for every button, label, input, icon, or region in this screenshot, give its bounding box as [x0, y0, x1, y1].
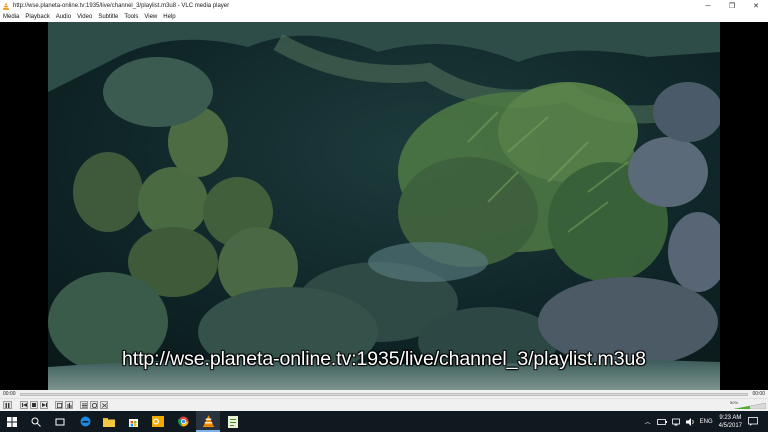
menu-tools[interactable]: Tools — [124, 14, 138, 20]
chrome-icon — [177, 416, 188, 427]
stop-icon — [32, 403, 36, 407]
window-title: http://wse.planeta-online.tv:1935/live/c… — [13, 3, 230, 9]
mail-app-icon — [152, 416, 164, 427]
folder-icon — [103, 417, 115, 427]
total-time: 00:00 — [752, 391, 765, 397]
system-tray: ︿ ENG 9:23 AM 4/5/2017 — [645, 411, 768, 432]
stop-button[interactable] — [30, 401, 38, 409]
seek-slider[interactable] — [20, 393, 748, 396]
task-view-icon — [55, 418, 65, 425]
taskbar-vlc[interactable] — [196, 411, 220, 432]
vlc-cone-icon — [202, 414, 214, 427]
search-icon — [31, 417, 41, 427]
video-area[interactable]: http://wse.planeta-online.tv:1935/live/c… — [0, 22, 768, 390]
taskbar-edge[interactable] — [73, 411, 97, 432]
clock[interactable]: 9:23 AM 4/5/2017 — [719, 414, 742, 430]
playlist-icon — [81, 403, 87, 407]
menu-audio[interactable]: Audio — [56, 14, 71, 20]
shuffle-icon — [101, 402, 107, 408]
previous-icon — [21, 403, 27, 407]
network-icon[interactable] — [671, 418, 681, 426]
menu-bar: Media Playback Audio Video Subtitle Tool… — [0, 12, 768, 22]
fullscreen-button[interactable] — [55, 401, 63, 409]
loop-button[interactable] — [90, 401, 98, 409]
windows-logo-icon — [7, 416, 17, 427]
action-center-icon[interactable] — [748, 417, 758, 426]
taskbar-outlook[interactable] — [146, 411, 170, 432]
edge-browser-icon — [80, 416, 90, 427]
taskbar-store[interactable] — [121, 411, 145, 432]
menu-subtitle[interactable]: Subtitle — [98, 14, 118, 20]
title-bar: http://wse.planeta-online.tv:1935/live/c… — [0, 0, 768, 12]
taskbar: ︿ ENG 9:23 AM 4/5/2017 — [0, 411, 768, 432]
loop-icon — [91, 402, 97, 408]
menu-media[interactable]: Media — [3, 14, 19, 20]
volume-slider[interactable] — [734, 403, 766, 409]
menu-video[interactable]: Video — [77, 14, 92, 20]
close-button[interactable]: ✕ — [744, 0, 768, 12]
store-bag-icon — [128, 419, 138, 427]
taskbar-chrome[interactable] — [171, 411, 195, 432]
previous-button[interactable] — [20, 401, 28, 409]
subtitle-overlay: http://wse.planeta-online.tv:1935/live/c… — [122, 348, 646, 370]
search-button[interactable] — [24, 411, 48, 432]
pause-icon — [5, 402, 10, 408]
pause-button[interactable] — [3, 401, 12, 409]
minimize-button[interactable]: ─ — [696, 0, 720, 12]
chevron-up-icon[interactable]: ︿ — [645, 417, 651, 426]
equalizer-icon — [67, 402, 71, 408]
menu-view[interactable]: View — [144, 14, 157, 20]
clock-time: 9:23 AM — [719, 414, 742, 421]
shuffle-button[interactable] — [100, 401, 108, 409]
vlc-window: http://wse.planeta-online.tv:1935/live/c… — [0, 0, 768, 432]
seek-area: 00:00 00:00 — [0, 390, 768, 398]
playback-controls: 50% — [0, 398, 768, 411]
menu-playback[interactable]: Playback — [25, 14, 49, 20]
elapsed-time: 00:00 — [3, 391, 16, 397]
window-controls: ─ ❐ ✕ — [696, 0, 768, 12]
taskbar-app-document[interactable] — [221, 411, 245, 432]
battery-icon[interactable] — [656, 418, 667, 425]
next-button[interactable] — [40, 401, 48, 409]
document-app-icon — [228, 415, 238, 428]
next-icon — [41, 403, 47, 407]
menu-help[interactable]: Help — [163, 14, 175, 20]
video-frame — [48, 22, 720, 390]
volume-speaker-icon[interactable] — [685, 417, 695, 426]
maximize-button[interactable]: ❐ — [720, 0, 744, 12]
extended-settings-button[interactable] — [65, 401, 73, 409]
fullscreen-icon — [56, 402, 62, 408]
task-view-button[interactable] — [48, 411, 72, 432]
start-button[interactable] — [0, 411, 24, 432]
taskbar-file-explorer[interactable] — [97, 411, 121, 432]
playlist-button[interactable] — [80, 401, 88, 409]
vlc-cone-icon — [2, 2, 10, 10]
clock-date: 4/5/2017 — [718, 422, 742, 429]
input-language[interactable]: ENG — [700, 419, 713, 425]
